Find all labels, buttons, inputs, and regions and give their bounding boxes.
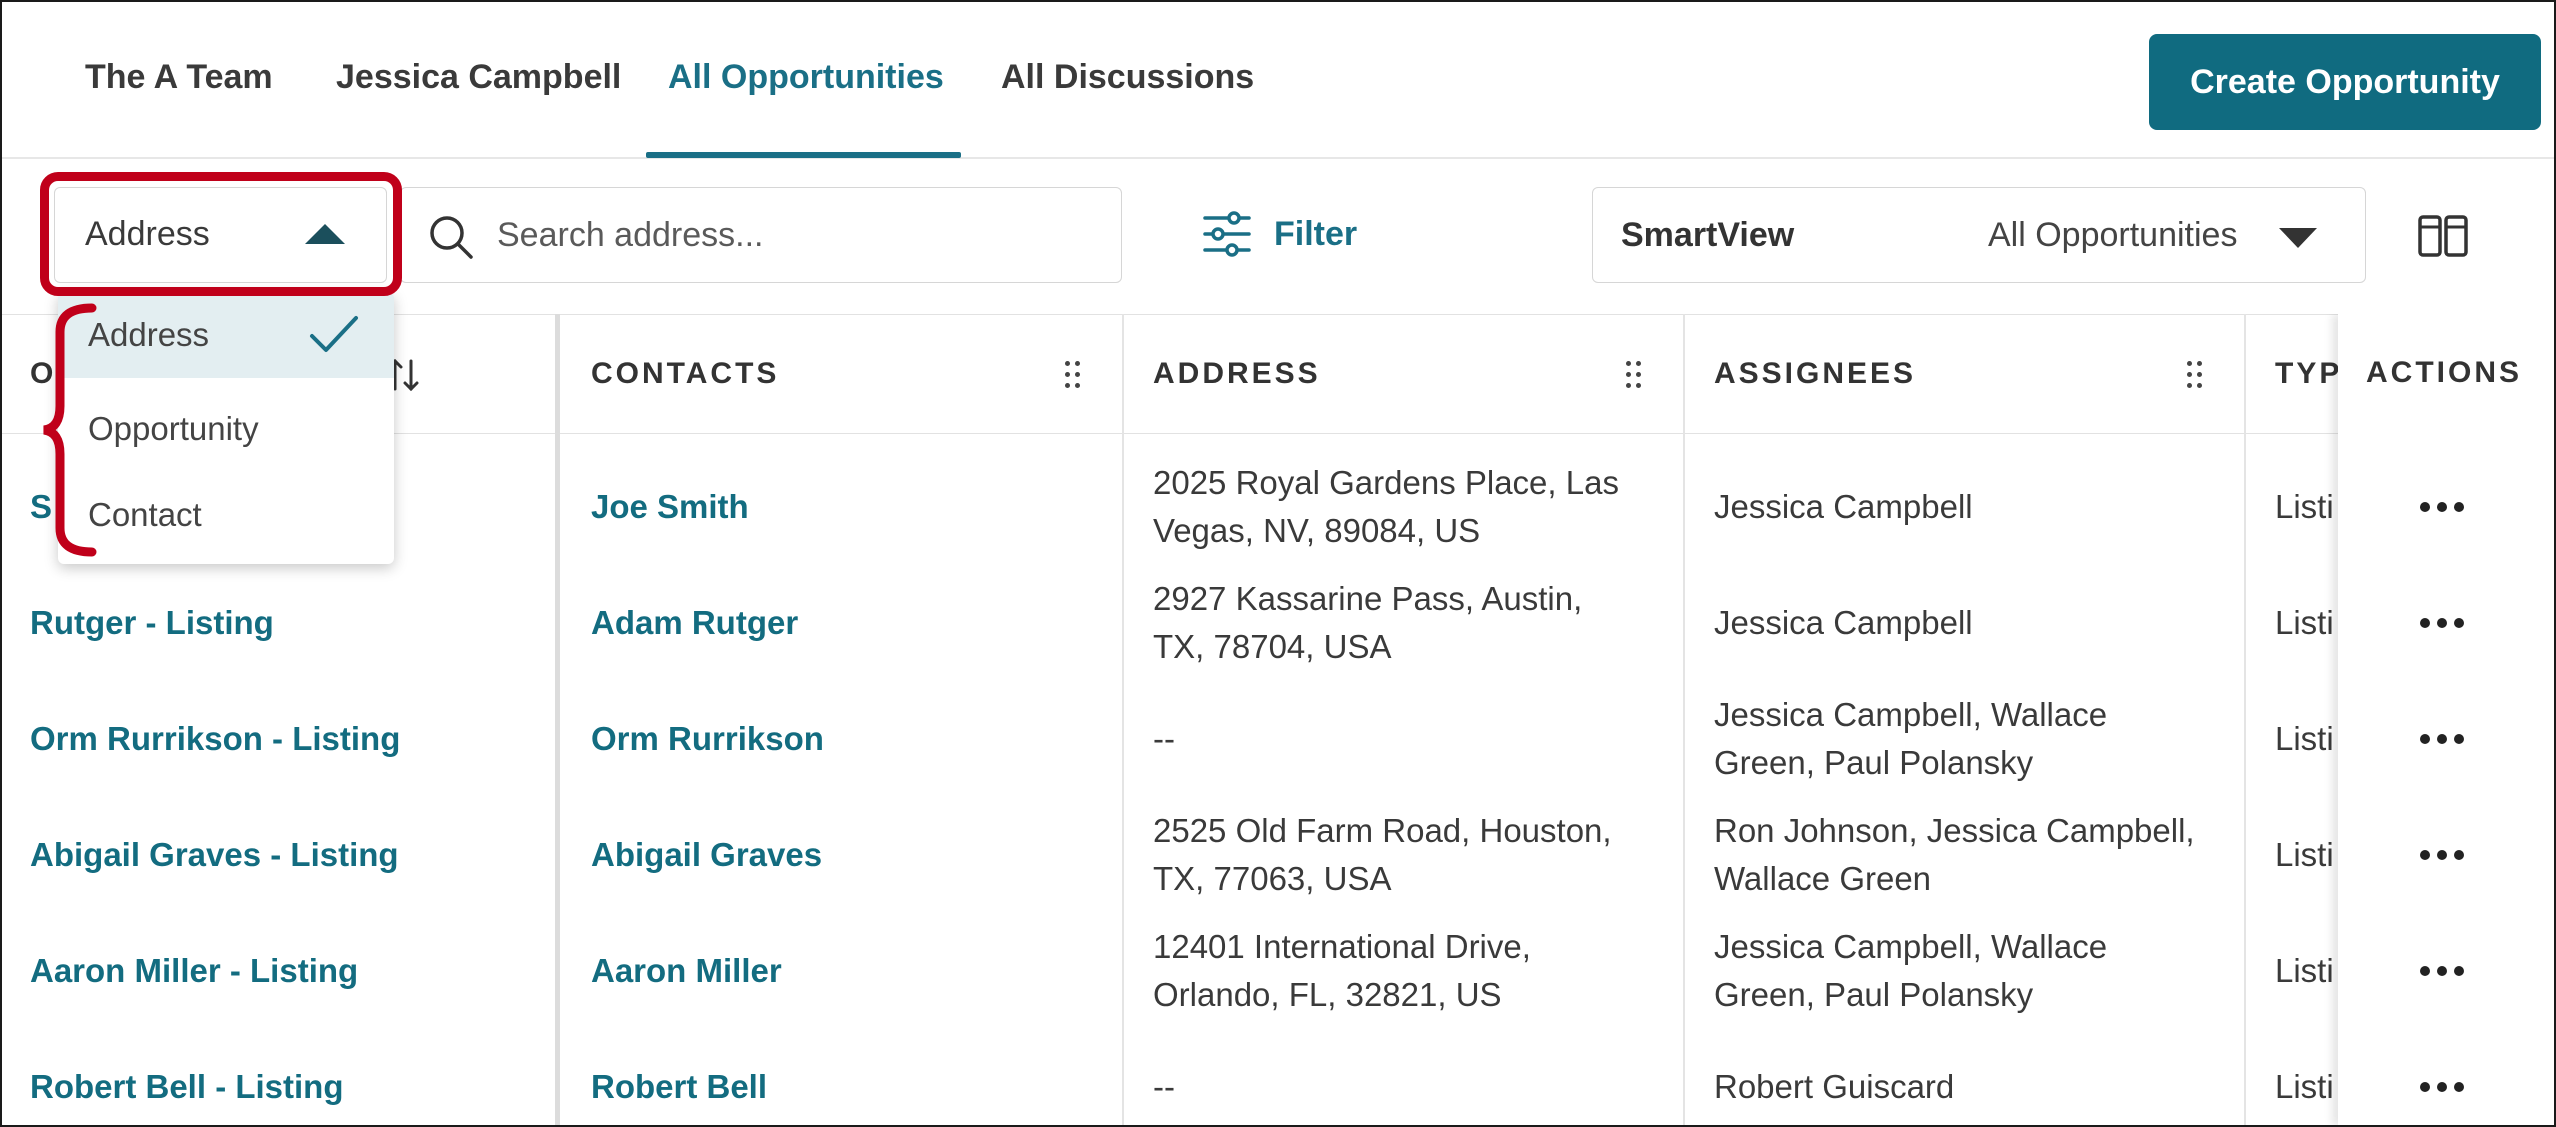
type-cell: Listi <box>2275 951 2334 989</box>
more-actions-icon[interactable] <box>2420 1029 2471 1125</box>
opportunity-link[interactable]: Rutger - Listing <box>30 565 274 680</box>
toolbar: Address Filter SmartView All Opportuni <box>2 159 2554 314</box>
contact-link[interactable]: Robert Bell <box>591 1029 767 1125</box>
opportunity-link[interactable]: Robert Bell - Listing <box>30 1029 344 1125</box>
column-header-opportunity[interactable]: O <box>30 315 56 433</box>
app-window: The A Team Jessica Campbell All Opportun… <box>0 0 2556 1127</box>
assignees-cell: Jessica Campbell, Wallace Green, Paul Po… <box>1714 927 2108 1013</box>
column-header-type[interactable]: TYP <box>2275 315 2342 433</box>
create-opportunity-button[interactable]: Create Opportunity <box>2149 34 2541 130</box>
smartview-value: All Opportunities <box>1988 216 2238 254</box>
search-type-dropdown-menu: Address Opportunity Contact <box>58 292 394 564</box>
caret-up-icon <box>305 224 345 244</box>
active-tab-indicator <box>646 152 961 158</box>
search-type-value: Address <box>85 215 210 253</box>
checkmark-icon <box>310 316 358 352</box>
column-drag-handle-icon[interactable] <box>1626 361 1642 389</box>
contact-link[interactable]: Orm Rurrikson <box>591 681 824 796</box>
tab-jessica-campbell[interactable]: Jessica Campbell <box>336 58 621 97</box>
contact-link[interactable]: Abigail Graves <box>591 797 822 912</box>
tab-all-discussions[interactable]: All Discussions <box>1001 58 1254 97</box>
type-cell: Listi <box>2275 603 2334 641</box>
more-actions-icon[interactable] <box>2420 913 2471 1028</box>
columns-toggle-button[interactable] <box>2418 215 2468 262</box>
contact-link[interactable]: Joe Smith <box>591 449 749 564</box>
column-header-actions: ACTIONS <box>2366 356 2522 389</box>
search-type-select[interactable]: Address <box>54 187 387 283</box>
smartview-select[interactable]: SmartView All Opportunities <box>1592 187 2366 283</box>
table-row: Rutger - Listing Adam Rutger 2927 Kassar… <box>2 565 2554 680</box>
menu-item-contact[interactable]: Contact <box>58 472 394 558</box>
search-field <box>400 187 1122 283</box>
actions-column: ACTIONS <box>2338 314 2554 1125</box>
address-cell: 2025 Royal Gardens Place, Las Vegas, NV,… <box>1153 463 1619 549</box>
more-actions-icon[interactable] <box>2420 565 2471 680</box>
columns-icon <box>2418 215 2468 257</box>
column-drag-handle-icon[interactable] <box>2187 361 2203 389</box>
menu-item-label: Address <box>88 316 210 353</box>
opportunity-link[interactable]: Abigail Graves - Listing <box>30 797 399 912</box>
menu-item-label: Contact <box>88 496 202 533</box>
address-cell: -- <box>1153 1067 1175 1105</box>
address-cell: 2927 Kassarine Pass, Austin, TX, 78704, … <box>1153 579 1583 665</box>
address-cell: -- <box>1153 719 1175 757</box>
search-icon <box>430 216 473 259</box>
search-input[interactable] <box>495 202 1099 268</box>
more-actions-icon[interactable] <box>2420 449 2471 564</box>
more-actions-icon[interactable] <box>2420 681 2471 796</box>
assignees-cell: Jessica Campbell <box>1714 603 1973 641</box>
filter-button[interactable]: Filter <box>1202 201 1357 267</box>
more-actions-icon[interactable] <box>2420 797 2471 912</box>
column-drag-handle-icon[interactable] <box>1065 361 1081 389</box>
type-cell: Listi <box>2275 1067 2334 1105</box>
top-navigation: The A Team Jessica Campbell All Opportun… <box>2 2 2554 159</box>
address-cell: 2525 Old Farm Road, Houston, TX, 77063, … <box>1153 811 1612 897</box>
smartview-label: SmartView <box>1621 216 1795 254</box>
column-header-contacts[interactable]: CONTACTS <box>591 315 779 433</box>
column-header-address[interactable]: ADDRESS <box>1153 315 1321 433</box>
tab-the-a-team[interactable]: The A Team <box>85 58 273 97</box>
contact-link[interactable]: Adam Rutger <box>591 565 798 680</box>
opportunity-link[interactable]: Orm Rurrikson - Listing <box>30 681 400 796</box>
opportunity-link[interactable]: Aaron Miller - Listing <box>30 913 358 1028</box>
table-row: Robert Bell - Listing Robert Bell -- Rob… <box>2 1029 2554 1125</box>
assignees-cell: Ron Johnson, Jessica Campbell, Wallace G… <box>1714 811 2195 897</box>
type-cell: Listi <box>2275 835 2334 873</box>
contact-link[interactable]: Aaron Miller <box>591 913 782 1028</box>
address-cell: 12401 International Drive, Orlando, FL, … <box>1153 927 1531 1013</box>
column-header-assignees[interactable]: ASSIGNEES <box>1714 315 1916 433</box>
assignees-cell: Jessica Campbell, Wallace Green, Paul Po… <box>1714 695 2108 781</box>
filter-label: Filter <box>1274 214 1358 253</box>
assignees-cell: Robert Guiscard <box>1714 1067 1955 1105</box>
opportunity-link[interactable]: S <box>30 449 52 564</box>
menu-item-address[interactable]: Address <box>58 292 394 378</box>
type-cell: Listi <box>2275 719 2334 757</box>
table-row: Abigail Graves - Listing Abigail Graves … <box>2 797 2554 912</box>
assignees-cell: Jessica Campbell <box>1714 487 1973 525</box>
menu-item-opportunity[interactable]: Opportunity <box>58 386 394 472</box>
tab-all-opportunities[interactable]: All Opportunities <box>668 58 944 97</box>
table-row: Orm Rurrikson - Listing Orm Rurrikson --… <box>2 681 2554 796</box>
type-cell: Listi <box>2275 487 2334 525</box>
chevron-down-icon <box>2279 228 2317 248</box>
table-row: Aaron Miller - Listing Aaron Miller 1240… <box>2 913 2554 1028</box>
filter-sliders-icon <box>1203 211 1251 257</box>
menu-item-label: Opportunity <box>88 410 259 447</box>
